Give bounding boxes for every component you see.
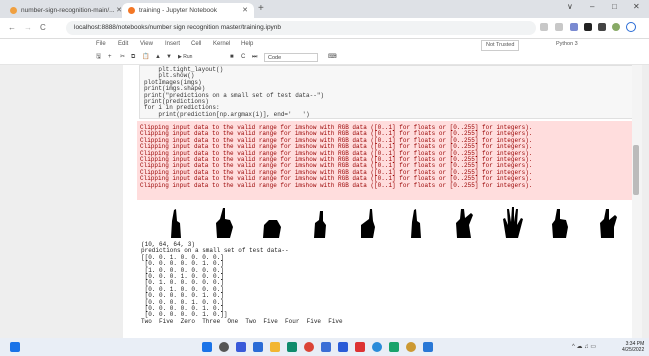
avatar[interactable] <box>612 23 620 31</box>
hand-image <box>552 209 568 238</box>
hand-image <box>216 208 233 238</box>
reload-button[interactable]: C <box>40 23 46 32</box>
jupyter-favicon-icon <box>128 7 135 14</box>
hand-image <box>263 220 281 238</box>
menu-cell[interactable]: Cell <box>191 41 201 47</box>
maximize-button[interactable]: □ <box>612 2 617 11</box>
windows-taskbar: ^ ☁ ♫ ▭ 3:34 PM 4/25/2022 <box>0 338 649 356</box>
browser-tab-jupyter[interactable]: training - Jupyter Notebook ✕ <box>122 3 254 18</box>
trust-button[interactable]: Not Trusted <box>481 40 520 51</box>
widgets-icon[interactable] <box>10 342 20 352</box>
notebook-area: plt.tight_layout() plt.show() plotImages… <box>0 65 649 338</box>
jupyter-toolbar: 🖫 + ✂ ⧉ 📋 ▲ ▼ ▶ Run ■ C ⏭ Code ⌨ <box>0 52 649 65</box>
store-icon[interactable] <box>321 342 331 352</box>
hand-image <box>171 209 181 238</box>
stop-icon[interactable]: ■ <box>230 53 234 62</box>
search-icon[interactable] <box>219 342 229 352</box>
tab-title: number-sign-recognition-main/... <box>21 7 115 14</box>
hand-image <box>600 209 617 238</box>
kernel-indicator: Python 3 <box>556 41 578 47</box>
forward-button[interactable]: → <box>24 23 32 32</box>
hand-image <box>456 209 473 238</box>
keyboard-icon[interactable]: ⌨ <box>328 53 337 62</box>
word-icon[interactable] <box>338 342 348 352</box>
hand-image <box>503 207 523 238</box>
info-icon[interactable] <box>626 22 636 32</box>
code-text: plt.tight_layout() plt.show() plotImages… <box>144 66 325 118</box>
extension-icon[interactable] <box>570 23 578 31</box>
app-icon[interactable] <box>355 342 365 352</box>
new-tab-button[interactable]: + <box>258 3 264 14</box>
app-icon[interactable] <box>406 342 416 352</box>
move-up-icon[interactable]: ▲ <box>155 53 161 62</box>
menu-help[interactable]: Help <box>241 41 253 47</box>
restart-run-all-icon[interactable]: ⏭ <box>252 53 257 62</box>
save-icon[interactable]: 🖫 <box>96 53 101 62</box>
close-window-button[interactable]: ✕ <box>633 2 640 11</box>
puzzle-icon[interactable] <box>598 23 606 31</box>
cell-type-select[interactable]: Code <box>264 53 318 62</box>
page-scrollbar[interactable] <box>632 65 642 338</box>
chrome-icon[interactable] <box>304 342 314 352</box>
jupyter-menubar: File Edit View Insert Cell Kernel Help N… <box>0 39 649 51</box>
close-tab-icon[interactable]: ✕ <box>242 6 248 14</box>
chat-icon[interactable] <box>253 342 263 352</box>
hand-image <box>314 211 326 238</box>
paste-icon[interactable]: 📋 <box>142 53 149 62</box>
share-icon[interactable] <box>540 23 548 31</box>
code-cell-input[interactable]: plt.tight_layout() plt.show() plotImages… <box>139 65 634 119</box>
browser-tab-strip: number-sign-recognition-main/... ✕ train… <box>0 0 649 18</box>
hand-image <box>361 209 375 238</box>
url-input[interactable]: localhost:8888/notebooks/number sign rec… <box>66 21 536 35</box>
bookmark-star-icon[interactable] <box>555 23 563 31</box>
edge-icon[interactable] <box>287 342 297 352</box>
restart-icon[interactable]: C <box>241 53 245 62</box>
clock-date: 4/25/2022 <box>622 347 645 353</box>
browser-tab-github[interactable]: number-sign-recognition-main/... ✕ <box>4 3 128 18</box>
scrollbar-thumb[interactable] <box>633 145 639 195</box>
plotted-images-row <box>133 205 633 239</box>
notebook-page: plt.tight_layout() plt.show() plotImages… <box>123 65 634 338</box>
menu-kernel[interactable]: Kernel <box>213 41 230 47</box>
address-bar-row: ← → C localhost:8888/notebooks/number si… <box>0 18 649 39</box>
run-button[interactable]: ▶ Run <box>178 53 192 62</box>
stderr-output: Clipping input data to the valid range f… <box>137 121 634 200</box>
stdout-output: (10, 64, 64, 3) predictions on a small s… <box>141 241 343 325</box>
start-icon[interactable] <box>202 342 212 352</box>
system-tray[interactable]: ^ ☁ ♫ ▭ <box>572 343 596 350</box>
copy-icon[interactable]: ⧉ <box>131 53 135 62</box>
task-view-icon[interactable] <box>236 342 246 352</box>
cut-icon[interactable]: ✂ <box>120 53 125 62</box>
file-explorer-icon[interactable] <box>270 342 280 352</box>
tab-search-icon[interactable]: ∨ <box>567 2 573 11</box>
menu-insert[interactable]: Insert <box>165 41 180 47</box>
menu-file[interactable]: File <box>96 41 106 47</box>
app-icon[interactable] <box>372 342 382 352</box>
tab-title: training - Jupyter Notebook <box>139 7 218 14</box>
menu-view[interactable]: View <box>140 41 153 47</box>
move-down-icon[interactable]: ▼ <box>166 53 172 62</box>
stderr-text: Clipping input data to the valid range f… <box>140 124 533 189</box>
minimize-button[interactable]: – <box>590 2 594 11</box>
clock[interactable]: 3:34 PM 4/25/2022 <box>622 341 644 353</box>
vscode-icon[interactable] <box>423 342 433 352</box>
extension-icon[interactable] <box>584 23 592 31</box>
menu-edit[interactable]: Edit <box>118 41 128 47</box>
app-icon[interactable] <box>389 342 399 352</box>
insert-cell-button[interactable]: + <box>108 53 112 62</box>
back-button[interactable]: ← <box>8 23 16 32</box>
github-favicon-icon <box>10 7 17 14</box>
hand-image <box>411 209 421 238</box>
